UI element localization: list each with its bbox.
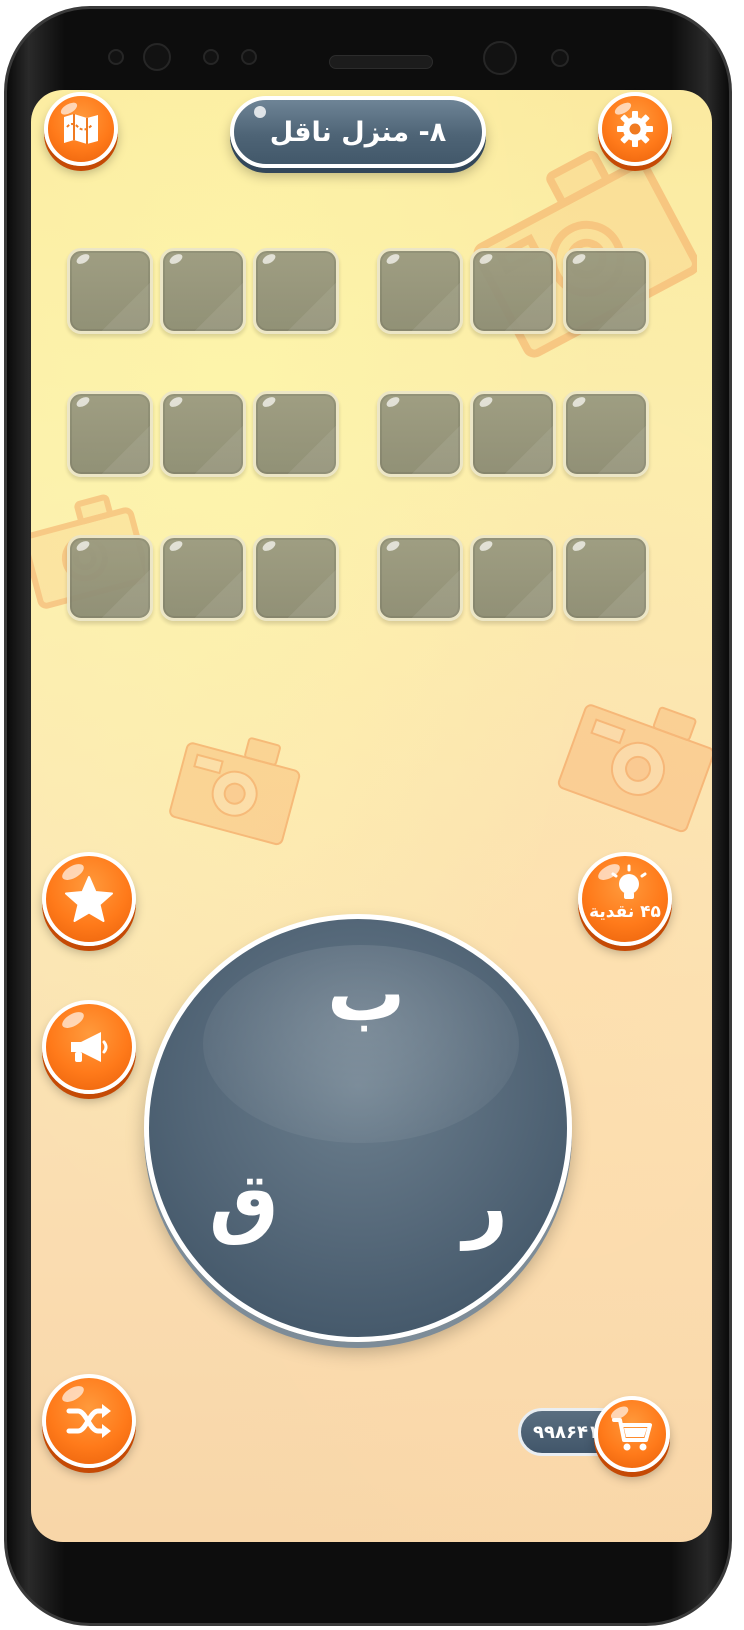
front-camera (143, 43, 171, 71)
megaphone-icon (71, 1032, 108, 1062)
map-icon (64, 114, 98, 144)
light-sensor (241, 49, 257, 65)
iris-led (551, 49, 569, 67)
answer-tile (67, 248, 153, 334)
level-title-pill: ٨- منزل ناقل (230, 96, 486, 168)
answer-tile (377, 535, 463, 621)
answer-tile (253, 535, 339, 621)
wheel-letter-right[interactable]: ر (463, 1167, 508, 1245)
answer-tile (160, 535, 246, 621)
shuffle-icon (66, 1404, 111, 1438)
share-button[interactable] (42, 1000, 136, 1094)
wheel-letter-top[interactable]: ب (327, 955, 405, 1033)
shop-button[interactable] (594, 1396, 670, 1472)
coin-balance-value: ۹۹۸۶۴۱ (533, 1421, 599, 1443)
answer-tile (253, 248, 339, 334)
answer-tile (67, 535, 153, 621)
letter-wheel[interactable]: ب ر ق (144, 914, 572, 1342)
answer-tile (253, 391, 339, 477)
settings-button[interactable] (598, 92, 672, 166)
favorite-button[interactable] (42, 852, 136, 946)
answer-tile (470, 391, 556, 477)
answer-tile (67, 391, 153, 477)
gear-icon (617, 111, 653, 147)
cart-icon (612, 1418, 652, 1451)
answer-tile (563, 391, 649, 477)
hint-button[interactable]: ۴۵ نقدیة (578, 852, 672, 946)
camera-decoration-icon (557, 704, 712, 833)
shuffle-button[interactable] (42, 1374, 136, 1468)
answer-tile (377, 248, 463, 334)
answer-tile (160, 248, 246, 334)
answer-tile (470, 535, 556, 621)
proximity-sensor (203, 49, 219, 65)
answer-tile (160, 391, 246, 477)
answer-tile (563, 248, 649, 334)
front-sensor (108, 49, 124, 65)
answer-tile (377, 391, 463, 477)
answer-tile (470, 248, 556, 334)
level-title: ٨- منزل ناقل (269, 116, 447, 148)
wheel-letter-left[interactable]: ق (209, 1163, 279, 1241)
earpiece-speaker (329, 55, 433, 69)
iris-camera (483, 41, 517, 75)
camera-decoration-icon (169, 737, 301, 846)
map-button[interactable] (44, 92, 118, 166)
star-icon (65, 876, 113, 922)
hint-cost-label: ۴۵ نقدیة (589, 902, 661, 922)
answer-tile (563, 535, 649, 621)
